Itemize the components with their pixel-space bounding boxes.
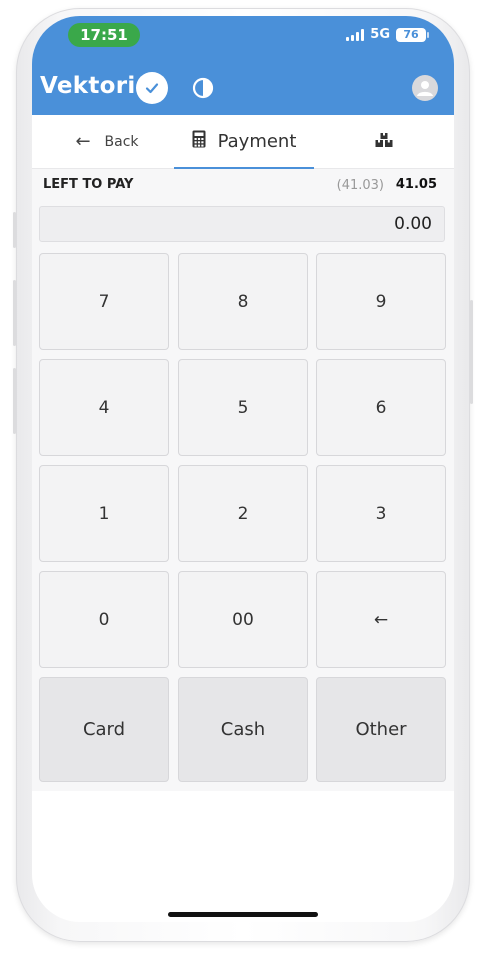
amount-due: 41.05	[395, 177, 437, 192]
phone-screen: 17:51 5G 76 Vektori ← Back Payment LEFT …	[32, 16, 454, 922]
tab-payment[interactable]: Payment	[174, 115, 314, 168]
amount-input[interactable]: 0.00	[39, 206, 445, 242]
calculator-icon	[192, 130, 206, 153]
tab-back[interactable]: ← Back	[62, 115, 152, 168]
check-icon[interactable]	[136, 72, 168, 104]
tab-bar: ← Back Payment	[32, 115, 454, 169]
contrast-icon[interactable]	[192, 77, 214, 99]
battery-icon: 76	[396, 27, 429, 42]
status-bar: 17:51 5G 76	[32, 16, 454, 61]
home-indicator[interactable]	[168, 912, 318, 917]
payment-panel: LEFT TO PAY (41.03) 41.05 0.00 7 8 9 4 5…	[32, 169, 454, 791]
key-3[interactable]: 3	[316, 465, 446, 562]
other-button[interactable]: Other	[316, 677, 446, 782]
tab-payment-label: Payment	[217, 131, 297, 152]
key-6[interactable]: 6	[316, 359, 446, 456]
brand-logo-text: Vektori	[40, 73, 136, 99]
key-5[interactable]: 5	[178, 359, 308, 456]
tab-boxes[interactable]	[362, 115, 406, 168]
status-time: 17:51	[68, 23, 140, 47]
backspace-key[interactable]: ←	[316, 571, 446, 668]
cash-button[interactable]: Cash	[178, 677, 308, 782]
avatar-icon[interactable]	[412, 75, 438, 101]
mute-switch	[13, 212, 16, 248]
boxes-icon	[375, 132, 393, 151]
key-7[interactable]: 7	[39, 253, 169, 350]
arrow-left-icon: ←	[75, 131, 91, 152]
key-1[interactable]: 1	[39, 465, 169, 562]
battery-level: 76	[403, 28, 419, 41]
key-2[interactable]: 2	[178, 465, 308, 562]
key-4[interactable]: 4	[39, 359, 169, 456]
key-00[interactable]: 00	[178, 571, 308, 668]
previous-amount: (41.03)	[336, 178, 384, 193]
tab-back-label: Back	[104, 133, 139, 150]
volume-down-button	[13, 368, 16, 434]
volume-up-button	[13, 280, 16, 346]
network-type: 5G	[370, 27, 390, 42]
status-indicators: 5G 76	[346, 27, 429, 42]
key-9[interactable]: 9	[316, 253, 446, 350]
key-0[interactable]: 0	[39, 571, 169, 668]
left-to-pay-label: LEFT TO PAY	[43, 177, 134, 192]
app-header: Vektori	[32, 61, 454, 115]
card-button[interactable]: Card	[39, 677, 169, 782]
signal-icon	[346, 28, 365, 41]
power-button	[470, 300, 473, 404]
key-8[interactable]: 8	[178, 253, 308, 350]
bottom-blank-area	[32, 791, 454, 922]
